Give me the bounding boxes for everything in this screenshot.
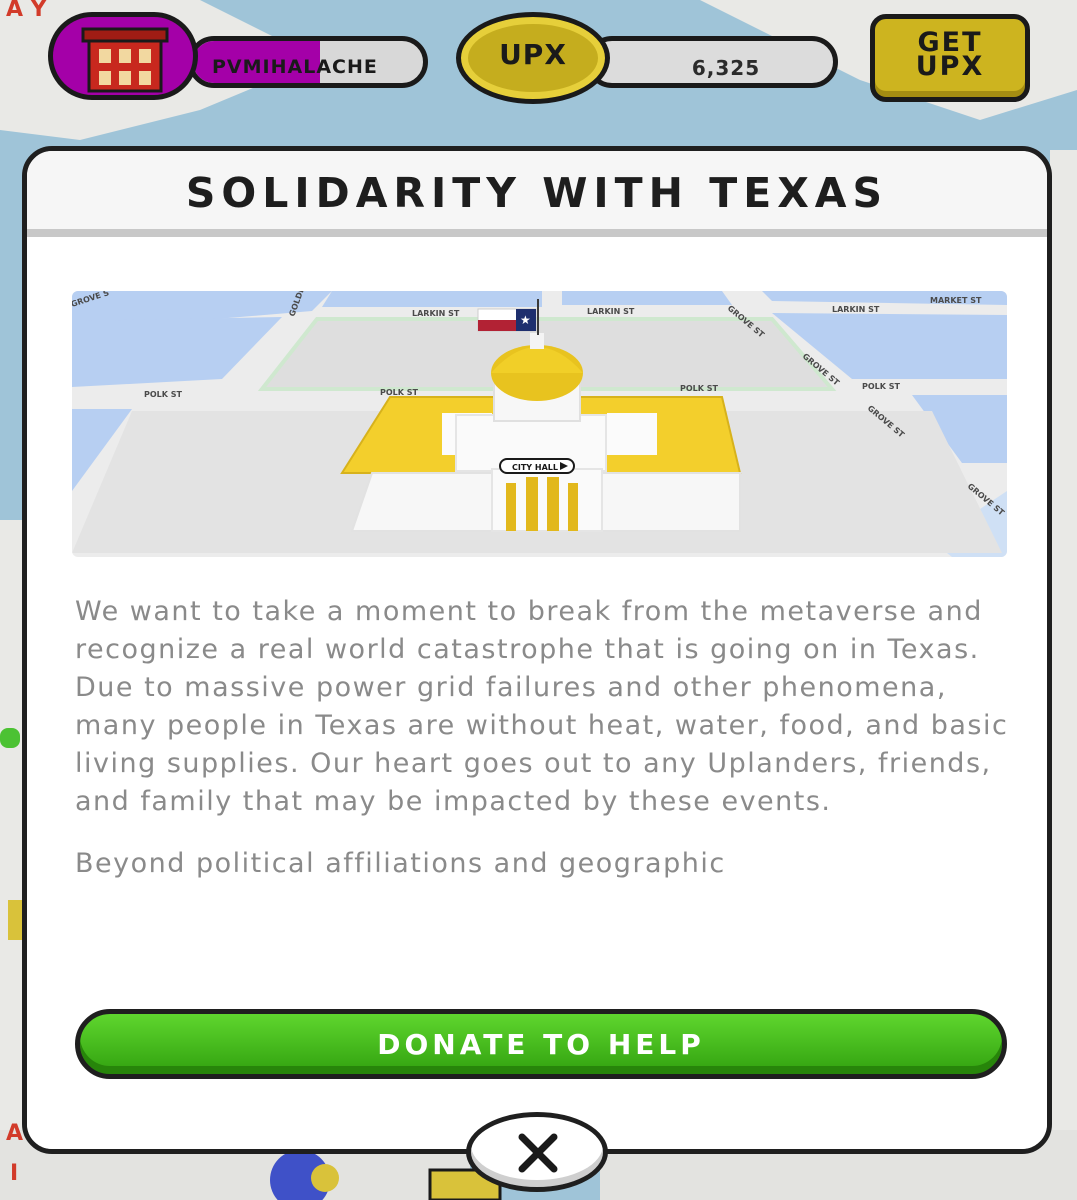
donate-button-label: DONATE TO HELP (377, 1028, 705, 1061)
street-label: LARKIN ST (412, 309, 460, 318)
street-label: POLK ST (144, 390, 183, 399)
upx-coin-label: UPX (499, 38, 567, 71)
modal-header: SOLIDARITY WITH TEXAS (27, 151, 1047, 237)
top-hud: PVMIHALACHE 6,325 UPX GET UPX (0, 0, 1077, 110)
texas-flag-icon: ★ (477, 308, 537, 332)
player-avatar[interactable] (48, 12, 198, 100)
street-label: POLK ST (862, 382, 901, 391)
body-paragraph: We want to take a moment to break from t… (75, 596, 1009, 817)
body-paragraph: Beyond political affiliations and geogra… (75, 848, 726, 879)
upx-balance[interactable]: 6,325 UPX (456, 12, 848, 104)
svg-text:I: I (10, 1161, 18, 1186)
red-building-icon (81, 27, 169, 93)
get-upx-label-line2: UPX (915, 51, 985, 82)
upx-balance-amount: 6,325 (691, 56, 761, 80)
street-label: POLK ST (680, 384, 719, 393)
street-label: LARKIN ST (832, 305, 880, 314)
svg-text:A: A (6, 1121, 23, 1146)
close-button[interactable] (466, 1112, 608, 1192)
modal-body: We want to take a moment to break from t… (75, 593, 1015, 907)
solidarity-modal: SOLIDARITY WITH TEXAS LARKIN ST LARKIN S… (22, 146, 1052, 1154)
building-label: CITY HALL (512, 463, 558, 472)
player-name: PVMIHALACHE (212, 56, 378, 78)
donate-button[interactable]: DONATE TO HELP (75, 1009, 1007, 1079)
svg-text:★: ★ (520, 313, 531, 327)
player-profile[interactable]: PVMIHALACHE (48, 12, 431, 100)
modal-title: SOLIDARITY WITH TEXAS (185, 169, 889, 217)
close-icon (518, 1133, 558, 1173)
street-label: LARKIN ST (587, 307, 635, 316)
get-upx-button[interactable]: GET UPX (870, 14, 1030, 102)
city-hall-illustration: LARKIN ST LARKIN ST LARKIN ST MARKET ST … (72, 291, 1007, 557)
street-label: MARKET ST (930, 296, 982, 305)
street-label: POLK ST (380, 388, 419, 397)
